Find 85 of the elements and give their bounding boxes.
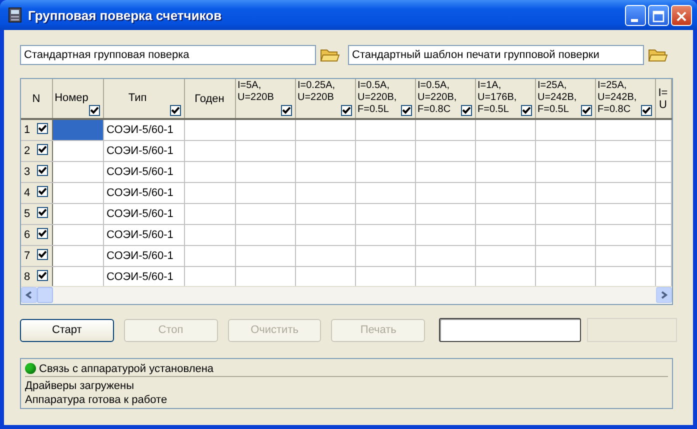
number-cell[interactable] <box>52 161 103 182</box>
status-message: Драйверы загружены <box>25 379 135 393</box>
row-header[interactable]: 7 <box>21 245 52 266</box>
column-label: I=0.25A, U=220В <box>298 79 336 104</box>
meter-icon <box>8 7 22 23</box>
column-label: I=1A, U=176В, F=0.5L <box>478 79 517 116</box>
number-cell[interactable] <box>52 119 103 140</box>
status-text: Связь с аппаратурой установлена <box>39 362 214 374</box>
column-header[interactable]: Номер <box>52 79 103 119</box>
checkbox[interactable] <box>580 105 592 116</box>
checkbox[interactable] <box>37 270 48 281</box>
table-cell: СОЭИ-5/60-1 <box>103 224 184 245</box>
checkbox[interactable] <box>280 105 292 116</box>
row-number: 1 <box>24 124 32 136</box>
minimize-button[interactable] <box>625 4 646 26</box>
file-field[interactable]: Стандартный шаблон печати групповой поверки <box>348 45 644 65</box>
row-number: 2 <box>24 145 32 157</box>
checkbox[interactable] <box>37 123 48 134</box>
number-cell[interactable] <box>52 140 103 161</box>
horizontal-scrollbar[interactable] <box>21 286 672 304</box>
column-header[interactable]: I=25A, U=242В, F=0.5L <box>535 79 595 119</box>
row-number: 6 <box>24 229 32 241</box>
column-header[interactable]: N <box>21 79 52 119</box>
number-cell[interactable] <box>52 182 103 203</box>
column-header[interactable]: I=0.25A, U=220В <box>295 79 355 119</box>
input-field[interactable] <box>439 318 582 342</box>
table-cell: СОЭИ-5/60-1 <box>103 182 184 203</box>
column-header[interactable]: Годен <box>184 79 235 119</box>
column-label: Тип <box>127 91 148 104</box>
column-label: I=5A, U=220В <box>238 79 274 104</box>
row-number: 4 <box>24 187 32 199</box>
checkbox[interactable] <box>88 105 100 116</box>
checkbox[interactable] <box>170 105 180 116</box>
checkbox[interactable] <box>400 105 412 116</box>
table-cell: СОЭИ-5/60-1 <box>103 119 184 140</box>
row-number: 7 <box>24 250 32 262</box>
table-cell: СОЭИ-5/60-1 <box>103 161 184 182</box>
row-header[interactable]: 3 <box>21 161 52 182</box>
column-label: I=0.5A, U=220В, F=0.8C <box>418 79 457 116</box>
row-header[interactable]: 1 <box>21 119 52 140</box>
row-header[interactable]: 5 <box>21 203 52 224</box>
action-button[interactable]: Старт <box>20 318 114 342</box>
column-label: Номер <box>54 91 88 104</box>
file-field[interactable]: Стандартная групповая поверка <box>20 45 316 65</box>
number-cell[interactable] <box>52 224 103 245</box>
checkbox[interactable] <box>640 105 652 116</box>
checkbox[interactable] <box>520 105 532 116</box>
window-title: Групповая поверка счетчиков <box>28 8 222 22</box>
table-cell: СОЭИ-5/60-1 <box>103 203 184 224</box>
number-cell[interactable] <box>52 203 103 224</box>
number-cell[interactable] <box>52 245 103 266</box>
column-header[interactable]: I=25A, U=242В, F=0.8C <box>595 79 655 119</box>
checkbox[interactable] <box>37 186 48 197</box>
scroll-left-icon[interactable] <box>21 287 37 303</box>
checkbox[interactable] <box>460 105 472 116</box>
row-number: 8 <box>24 271 32 283</box>
checkbox[interactable] <box>37 249 48 260</box>
maximize-button[interactable] <box>648 4 669 26</box>
column-label: I=25A, U=242В, F=0.8C <box>598 79 637 116</box>
table-cell: СОЭИ-5/60-1 <box>103 245 184 266</box>
checkbox[interactable] <box>37 165 48 176</box>
column-label: I=0.5A, U=220В, F=0.5L <box>358 79 397 116</box>
column-header[interactable]: Тип <box>103 79 184 119</box>
minimize-icon <box>631 18 638 22</box>
checkbox[interactable] <box>340 105 352 116</box>
column-label: I=25A, U=242В, F=0.5L <box>538 79 577 116</box>
scroll-right-icon[interactable] <box>656 287 672 303</box>
checkbox[interactable] <box>37 207 48 218</box>
row-header[interactable]: 4 <box>21 182 52 203</box>
table-cell: СОЭИ-5/60-1 <box>103 140 184 161</box>
close-button[interactable] <box>671 4 692 26</box>
row-header[interactable]: 8 <box>21 266 52 286</box>
column-header[interactable]: I= U <box>655 79 671 119</box>
scroll-thumb[interactable] <box>37 287 53 303</box>
status-message: Аппаратура готова к работе <box>25 393 168 407</box>
row-header[interactable]: 6 <box>21 224 52 245</box>
column-header[interactable]: I=1A, U=176В, F=0.5L <box>475 79 535 119</box>
column-header[interactable]: I=0.5A, U=220В, F=0.5L <box>355 79 415 119</box>
column-header[interactable]: I=5A, U=220В <box>235 79 295 119</box>
row-number: 5 <box>24 208 32 220</box>
checkbox[interactable] <box>37 144 48 155</box>
row-header[interactable]: 2 <box>21 140 52 161</box>
checkbox[interactable] <box>37 228 48 239</box>
column-header[interactable]: I=0.5A, U=220В, F=0.8C <box>415 79 475 119</box>
row-number: 3 <box>24 166 32 178</box>
